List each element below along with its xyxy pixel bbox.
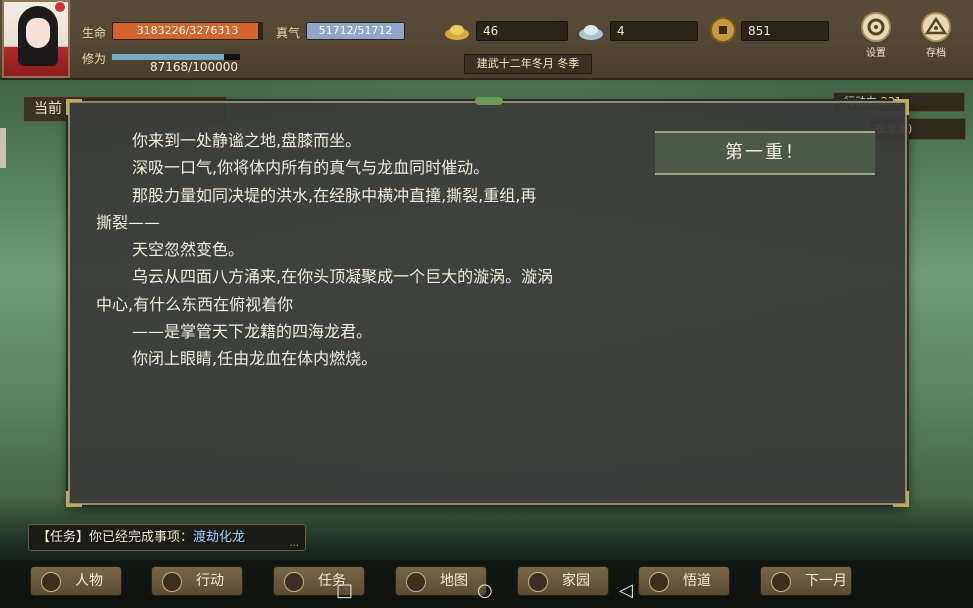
mission-notice[interactable]: 【任务】你已经完成事项：渡劫化龙 ...	[28, 524, 306, 551]
nav-label: 地图	[440, 573, 468, 589]
mission-prefix: 【任务】你已经完成事项：	[37, 530, 194, 545]
silver-ingot-count: 4	[610, 21, 698, 41]
settings-icon	[861, 12, 891, 42]
hp-label: 生命	[82, 26, 107, 40]
qi-value: 51712/51712	[318, 24, 393, 37]
gold-ingot-icon	[444, 20, 470, 42]
cultivation-value: 87168/100000	[150, 60, 239, 74]
save-icon	[921, 12, 951, 42]
mission-more-indicator: ...	[289, 538, 299, 549]
story-line: 天空忽然变色。	[132, 240, 245, 260]
settings-button[interactable]: 设置	[856, 12, 896, 59]
dialog-corner-ornament	[893, 99, 909, 115]
enlightenment-icon	[649, 572, 669, 592]
moon-icon	[771, 572, 791, 592]
map-icon	[406, 572, 426, 592]
mission-name: 渡劫化龙	[193, 530, 246, 545]
nav-home-button[interactable]: 家园	[517, 566, 609, 596]
nav-label: 家园	[562, 573, 590, 589]
save-button[interactable]: 存档	[916, 12, 956, 59]
story-line: 乌云从四面八方涌来,在你头顶凝聚成一个巨大的漩涡。漩涡	[132, 267, 554, 287]
silver-ingot-icon	[578, 20, 604, 42]
game-date: 建武十二年冬月 冬季	[464, 54, 592, 74]
hp-value: 3183226/3276313	[136, 24, 239, 37]
notification-dot	[54, 1, 66, 13]
nav-enlightenment-button[interactable]: 悟道	[638, 566, 730, 596]
gold-ingot-count: 46	[476, 21, 568, 41]
nav-label: 行动	[196, 573, 224, 589]
nav-character-button[interactable]: 人物	[30, 566, 122, 596]
nav-map-button[interactable]: 地图	[395, 566, 487, 596]
story-line: 中心,有什么东西在俯视着你	[96, 294, 294, 314]
story-line: 你闭上眼睛,任由龙血在体内燃烧。	[132, 349, 378, 369]
hp-bar: 3183226/3276313	[112, 22, 263, 40]
story-line: ——是掌管天下龙籍的四海龙君。	[132, 322, 373, 342]
home-icon	[528, 572, 548, 592]
qi-bar: 51712/51712	[306, 22, 405, 40]
qi-label: 真气	[276, 26, 301, 40]
dialog-corner-ornament	[893, 491, 909, 507]
nav-action-button[interactable]: 行动	[151, 566, 243, 596]
coin-count: 851	[741, 21, 829, 41]
avatar-face	[26, 18, 50, 48]
system-recent-apps-button[interactable]: □	[336, 580, 353, 601]
action-icon	[162, 572, 182, 592]
settings-label: 设置	[866, 48, 886, 59]
system-home-button[interactable]: ○	[477, 580, 493, 601]
character-icon	[41, 572, 61, 592]
story-dialog[interactable]: 你来到一处静谧之地,盘膝而坐。 深吸一口气,你将体内所有的真气与龙血同时催动。 …	[66, 97, 909, 507]
cultivation-label: 修为	[82, 52, 107, 66]
side-drawer-handle[interactable]	[0, 128, 6, 168]
nav-label: 悟道	[683, 573, 711, 589]
nav-label: 下一月	[805, 573, 847, 589]
save-label: 存档	[926, 48, 946, 59]
copper-coin-icon	[710, 17, 736, 43]
nav-next-month-button[interactable]: 下一月	[760, 566, 852, 596]
quest-icon	[284, 572, 304, 592]
story-line: 你来到一处静谧之地,盘膝而坐。	[132, 131, 362, 150]
nav-label: 人物	[75, 573, 103, 589]
story-line: 那股力量如同决堤的洪水,在经脉中横冲直撞,撕裂,重组,再	[132, 185, 537, 205]
dialog-corner-ornament	[66, 491, 82, 507]
system-back-button[interactable]: ◁	[619, 580, 633, 601]
story-line: 深吸一口气,你将体内所有的真气与龙血同时催动。	[132, 158, 490, 178]
story-line: 撕裂——	[96, 212, 161, 232]
first-stage-button[interactable]: 第一重！	[655, 131, 875, 175]
dialog-corner-ornament	[66, 99, 82, 115]
dialog-top-ornament	[475, 97, 503, 105]
story-text: 你来到一处静谧之地,盘膝而坐。 深吸一口气,你将体内所有的真气与龙血同时催动。 …	[96, 127, 616, 373]
